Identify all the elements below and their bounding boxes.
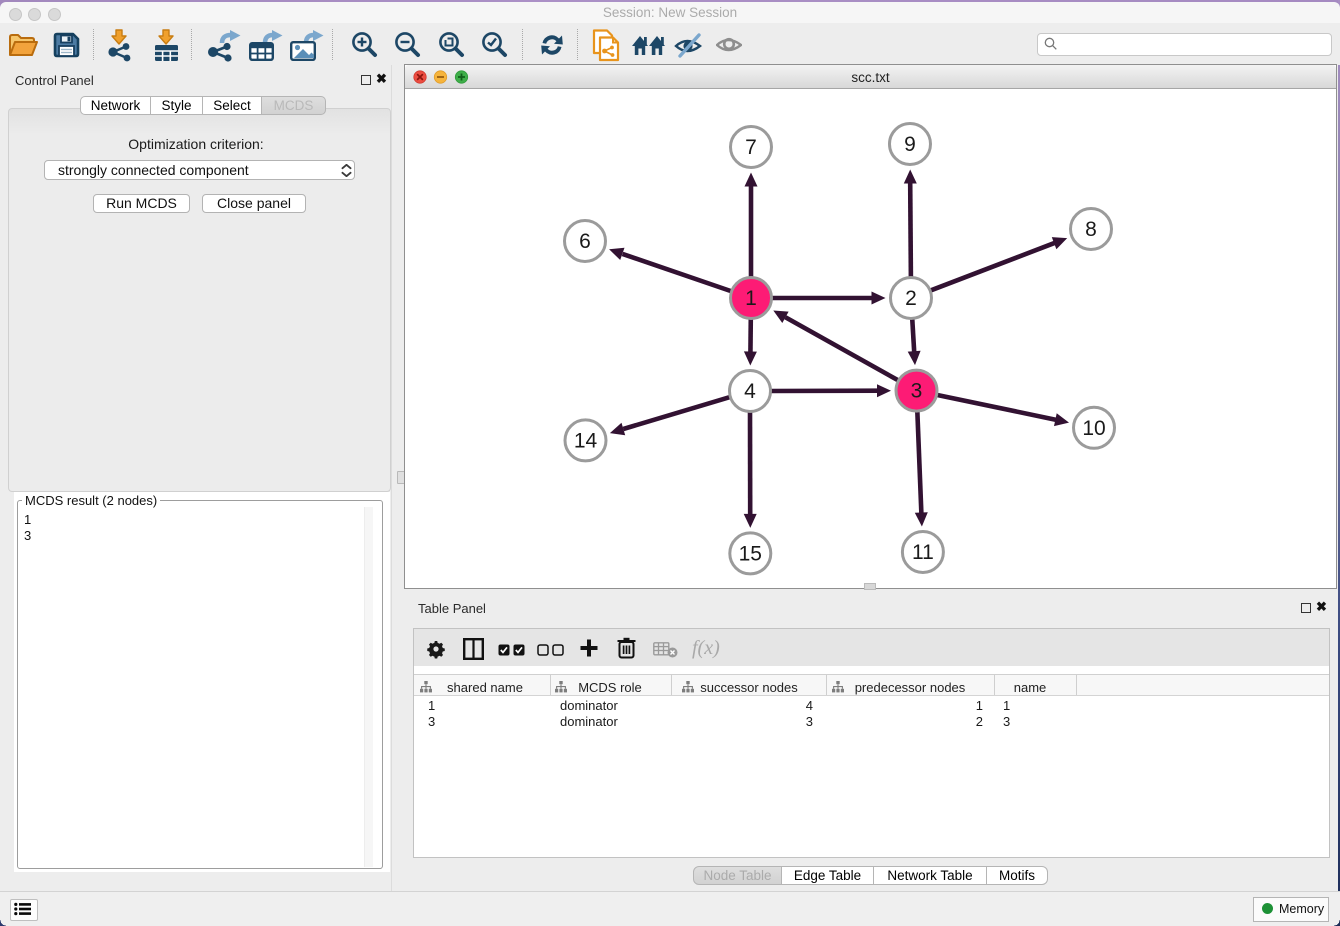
svg-text:9: 9 — [904, 133, 916, 156]
svg-text:7: 7 — [745, 136, 757, 159]
svg-text:15: 15 — [739, 542, 762, 565]
svg-text:8: 8 — [1085, 218, 1097, 241]
svg-text:2: 2 — [905, 287, 917, 310]
svg-text:1: 1 — [745, 287, 757, 310]
svg-text:4: 4 — [744, 380, 756, 403]
svg-text:14: 14 — [574, 429, 598, 452]
svg-text:11: 11 — [912, 541, 934, 564]
svg-text:3: 3 — [911, 380, 923, 403]
svg-text:6: 6 — [579, 230, 591, 253]
svg-text:10: 10 — [1082, 417, 1105, 440]
